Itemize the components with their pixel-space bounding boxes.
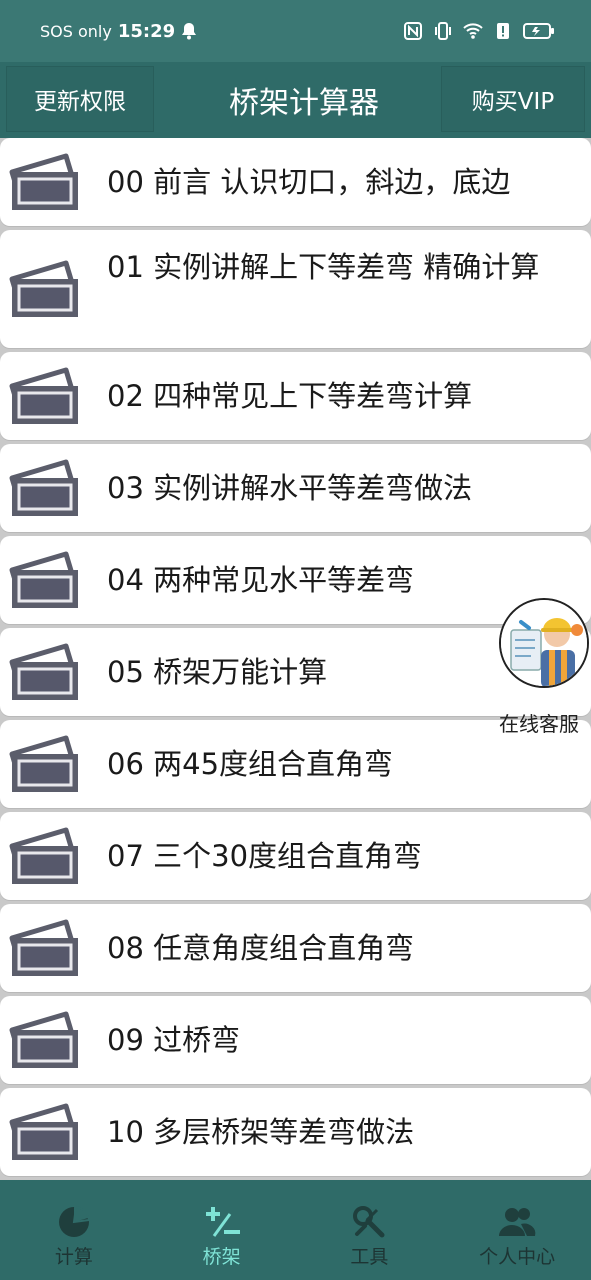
clock: 15:29: [117, 20, 176, 42]
nav-label: 工具: [350, 1246, 389, 1268]
nav-label: 桥架: [202, 1246, 241, 1268]
folder-thumbnail-icon: [8, 732, 82, 796]
list-item[interactable]: 07 三个30度组合直角弯: [0, 812, 591, 900]
update-permission-button[interactable]: 更新权限: [6, 66, 154, 132]
support-avatar[interactable]: [499, 598, 589, 688]
list-item[interactable]: 10 多层桥架等差弯做法: [0, 1088, 591, 1176]
nav-item-profile[interactable]: 个人中心: [443, 1190, 591, 1280]
tools-icon: [353, 1206, 385, 1238]
list-item-label: 01 实例讲解上下等差弯 精确计算: [107, 250, 540, 284]
folder-thumbnail-icon: [8, 257, 82, 321]
folder-thumbnail-icon: [8, 364, 82, 428]
list-item[interactable]: 01 实例讲解上下等差弯 精确计算: [0, 230, 591, 348]
online-support-button[interactable]: 在线客服: [499, 598, 591, 738]
app-header: 更新权限 桥架计算器 购买VIP: [0, 62, 591, 138]
users-icon: [499, 1208, 536, 1236]
list-item-label: 10 多层桥架等差弯做法: [107, 1115, 415, 1149]
online-support-label: 在线客服: [499, 712, 579, 736]
list-item[interactable]: 09 过桥弯: [0, 996, 591, 1084]
folder-thumbnail-icon: [8, 1100, 82, 1164]
nav-item-bridge[interactable]: 桥架: [148, 1190, 296, 1280]
status-bar: SOS only 15:29: [0, 0, 591, 62]
buy-vip-button[interactable]: 购买VIP: [441, 66, 585, 132]
list-item[interactable]: 00 前言 认识切口，斜边，底边: [0, 138, 591, 226]
alert-icon: [497, 23, 509, 39]
bottom-nav: 计算 桥架 工具 个人中心: [0, 1190, 591, 1280]
folder-thumbnail-icon: [8, 150, 82, 214]
list-item-label: 09 过桥弯: [107, 1023, 241, 1057]
list-item-label: 08 任意角度组合直角弯: [107, 931, 415, 965]
list-item-label: 00 前言 认识切口，斜边，底边: [107, 165, 511, 199]
list-item-label: 04 两种常见水平等差弯: [107, 563, 415, 597]
list-item[interactable]: 08 任意角度组合直角弯: [0, 904, 591, 992]
list-item[interactable]: 03 实例讲解水平等差弯做法: [0, 444, 591, 532]
plus-minus-icon: [205, 1207, 240, 1237]
folder-thumbnail-icon: [8, 916, 82, 980]
pie-chart-icon: [58, 1205, 90, 1237]
wifi-icon: [463, 23, 483, 39]
list-item-label: 05 桥架万能计算: [107, 655, 328, 689]
vibrate-icon: [435, 22, 451, 40]
page-title: 桥架计算器: [229, 86, 379, 121]
battery-icon: [523, 23, 554, 39]
folder-thumbnail-icon: [8, 824, 82, 888]
nfc-icon: [404, 22, 422, 40]
list-item-label: 03 实例讲解水平等差弯做法: [107, 471, 473, 505]
nav-label: 计算: [54, 1246, 93, 1268]
list-item-label: 06 两45度组合直角弯: [107, 747, 394, 781]
folder-thumbnail-icon: [8, 640, 82, 704]
bell-icon: [182, 23, 197, 40]
worker-icon: [501, 600, 587, 686]
list-item-label: 02 四种常见上下等差弯计算: [107, 379, 473, 413]
folder-thumbnail-icon: [8, 548, 82, 612]
folder-thumbnail-icon: [8, 1008, 82, 1072]
folder-thumbnail-icon: [8, 456, 82, 520]
list-item[interactable]: 02 四种常见上下等差弯计算: [0, 352, 591, 440]
carrier-text: SOS only: [40, 21, 112, 41]
list-item-label: 07 三个30度组合直角弯: [107, 839, 423, 873]
nav-item-tools[interactable]: 工具: [296, 1190, 444, 1280]
nav-label: 个人中心: [479, 1246, 556, 1268]
nav-item-calculate[interactable]: 计算: [0, 1190, 148, 1280]
